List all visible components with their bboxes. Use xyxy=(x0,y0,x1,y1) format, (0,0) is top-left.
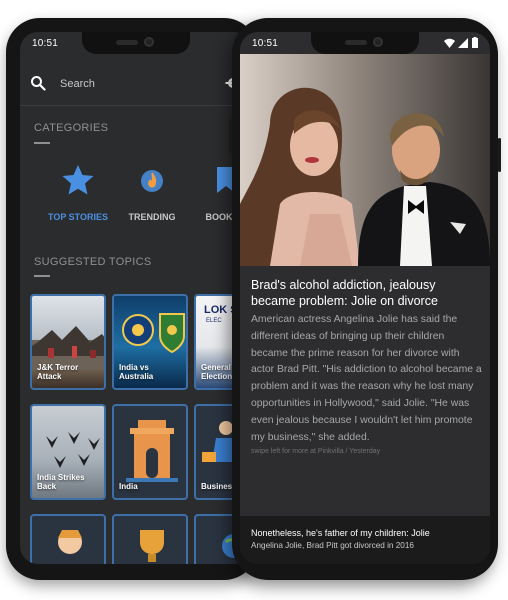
search-input[interactable]: Search xyxy=(60,78,95,90)
suggested-topics-heading: SUGGESTED TOPICS xyxy=(34,256,152,268)
article-source[interactable]: swipe left for more at Pinkvilla / Yeste… xyxy=(251,448,380,455)
topic-tile-partial[interactable] xyxy=(112,514,188,564)
topic-tile-partial[interactable] xyxy=(30,514,106,564)
battery-icon xyxy=(472,37,478,48)
volume-button xyxy=(229,116,232,156)
topic-tile-india[interactable]: India xyxy=(112,404,188,500)
article-body: American actress Angelina Jolie has said… xyxy=(251,314,482,443)
category-label: TOP STORIES xyxy=(47,212,109,222)
status-time: 10:51 xyxy=(252,38,279,49)
tile-subtext: ELEC xyxy=(206,318,222,324)
notch xyxy=(311,32,419,54)
search-icon xyxy=(31,76,46,91)
status-bar: 10:51 xyxy=(240,32,490,54)
power-button xyxy=(498,138,501,172)
status-time: 10:51 xyxy=(32,38,59,49)
wifi-icon xyxy=(444,38,455,48)
article-screen: 10:51 Brad's alcohol addiction, jealousy… xyxy=(240,32,490,564)
front-phone: 10:51 Brad's alcohol addiction, jealousy… xyxy=(229,18,501,580)
couple-photo-image xyxy=(240,54,490,266)
star-icon xyxy=(62,165,94,195)
topic-tile-india-vs-australia[interactable]: India vs Australia xyxy=(112,294,188,390)
topic-tile-india-strikes-back[interactable]: India Strikes Back xyxy=(30,404,106,500)
search-bar[interactable]: Search xyxy=(20,62,252,106)
category-top-stories[interactable]: TOP STORIES xyxy=(38,162,118,222)
signal-icon xyxy=(458,38,468,48)
back-phone: 10:51 Search CATEGORIES TOP STORIES TREN… xyxy=(6,18,258,580)
status-bar: 10:51 xyxy=(20,32,252,54)
suggested-underline xyxy=(34,275,50,277)
article-headline: Brad's alcohol addiction, jealousy becam… xyxy=(251,278,438,308)
figure-icon xyxy=(58,530,82,554)
topic-label: J&K Terror Attack xyxy=(37,363,79,381)
notch xyxy=(82,32,190,54)
related-story-title: Nonetheless, he's father of my children:… xyxy=(251,528,430,538)
app-showcase: 10:51 Search CATEGORIES TOP STORIES TREN… xyxy=(0,0,508,600)
trophy-icon xyxy=(140,530,164,562)
topic-tile-jk-terror-attack[interactable]: J&K Terror Attack xyxy=(30,294,106,390)
categories-heading: CATEGORIES xyxy=(34,122,109,134)
related-story-subtitle: Angelina Jolie, Brad Pitt got divorced i… xyxy=(251,541,414,550)
topic-label: India xyxy=(119,482,138,491)
category-label: TRENDING xyxy=(128,212,176,222)
topic-label: India Strikes Back xyxy=(37,473,85,491)
topic-label: India vs Australia xyxy=(119,363,154,381)
categories-underline xyxy=(34,142,50,144)
article-photo xyxy=(240,54,490,266)
related-story-footer[interactable]: Nonetheless, he's father of my children:… xyxy=(240,516,490,564)
category-trending[interactable]: TRENDING xyxy=(112,162,192,222)
categories-screen: 10:51 Search CATEGORIES TOP STORIES TREN… xyxy=(20,32,252,564)
flame-icon xyxy=(141,170,163,192)
